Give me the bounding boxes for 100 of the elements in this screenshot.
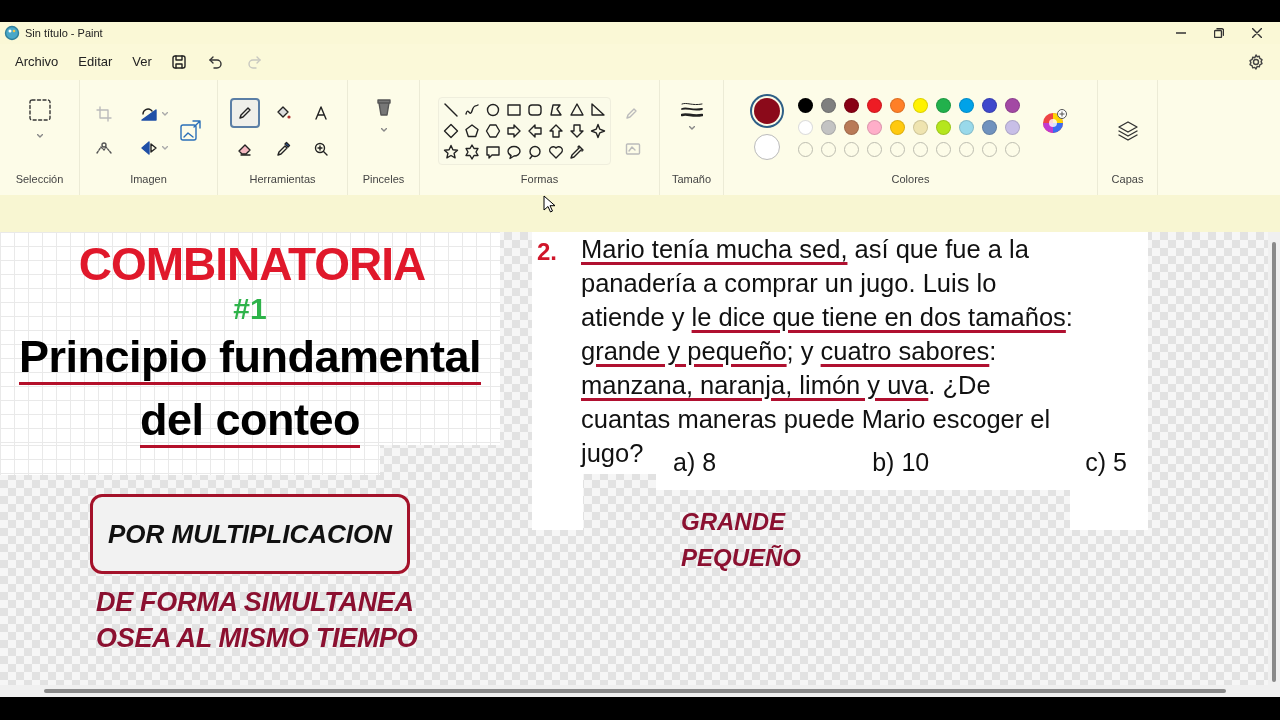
answer-line: GRANDE [681, 507, 787, 537]
color-swatch[interactable] [981, 98, 997, 113]
magnifier-icon [312, 141, 329, 158]
color-swatch[interactable] [820, 120, 836, 135]
color-swatch[interactable] [935, 98, 951, 113]
color-swatch[interactable] [981, 120, 997, 135]
answer-option: a) 8 [673, 444, 717, 482]
paint-palette-icon [4, 25, 20, 41]
chevron-icon[interactable] [688, 126, 695, 130]
color-picker-icon[interactable] [1041, 108, 1068, 134]
shape-icon[interactable] [527, 102, 543, 119]
group-label: Capas [1111, 171, 1144, 187]
shape-icon[interactable] [569, 123, 585, 140]
shape-icon[interactable] [443, 102, 459, 119]
group-label: Colores [891, 171, 930, 187]
group-label: Herramientas [249, 171, 316, 187]
settings-icon[interactable] [1248, 54, 1264, 70]
menu-item[interactable]: Ver [122, 48, 162, 76]
horizontal-scrollbar[interactable] [0, 685, 1280, 697]
shape-icon[interactable] [590, 123, 606, 140]
flip-icon[interactable] [139, 140, 158, 157]
group-label: Imagen [130, 171, 167, 187]
save-icon[interactable] [171, 55, 186, 69]
color-swatch[interactable] [912, 98, 928, 113]
shape-icon[interactable] [548, 123, 564, 140]
color-swatch[interactable] [935, 120, 951, 135]
eyedropper-icon [274, 141, 291, 158]
canvas-number: #1 [233, 291, 267, 327]
vertical-scrollbar[interactable] [1268, 232, 1280, 685]
window-title: Sin título - Paint [25, 25, 103, 41]
shape-icon[interactable] [569, 102, 585, 119]
undo-icon[interactable] [207, 55, 224, 69]
menu-item[interactable]: Editar [68, 48, 123, 76]
shape-icon[interactable] [569, 144, 585, 161]
group-label: Formas [520, 171, 559, 187]
note-line: OSEA AL MISMO TIEMPO [96, 622, 418, 655]
shape-icon[interactable] [590, 102, 606, 119]
note-box: POR MULTIPLICACION [90, 494, 410, 574]
problem-line: Mario tenía mucha sed, así que fue a la [581, 234, 1029, 265]
color-swatch[interactable] [958, 98, 974, 113]
shape-icon[interactable] [485, 102, 501, 119]
group-label: Selección [15, 171, 64, 187]
shape-icon[interactable] [548, 102, 564, 119]
canvas-title: COMBINATORIA [78, 238, 426, 290]
text-tool-icon [312, 105, 329, 122]
restore-icon[interactable] [1214, 28, 1224, 38]
note-line: DE FORMA SIMULTANEA [96, 586, 415, 619]
shape-icon[interactable] [506, 123, 522, 140]
color-swatch[interactable] [912, 120, 928, 135]
problem-line: panadería a comprar un jugo. Luis lo [581, 268, 997, 299]
chevron-icon[interactable] [36, 134, 43, 138]
problem-line: manzana, naranja, limón y uva. ¿De [581, 370, 991, 401]
color-swatch[interactable] [958, 120, 974, 135]
line-size-icon[interactable] [680, 102, 703, 118]
shape-icon[interactable] [527, 144, 543, 161]
shape-icon[interactable] [506, 102, 522, 119]
color-swatch[interactable] [797, 98, 813, 113]
shape-icon[interactable] [485, 123, 501, 140]
active-color-swatch[interactable] [753, 98, 780, 124]
cursor-icon [543, 195, 555, 213]
pencil-icon [236, 105, 253, 122]
resize-image-icon[interactable] [177, 119, 202, 144]
active-color-swatch[interactable] [753, 134, 780, 160]
close-icon[interactable] [1252, 28, 1262, 38]
problem-line: atiende y le dice que tiene en dos tamaños: [581, 302, 1073, 333]
answer-line: PEQUEÑO [681, 543, 802, 573]
color-swatch[interactable] [866, 120, 882, 135]
color-swatch[interactable] [889, 120, 905, 135]
selection-icon[interactable] [27, 98, 52, 122]
rotate-icon[interactable] [139, 106, 158, 123]
shape-icon[interactable] [443, 144, 459, 161]
shape-icon[interactable] [506, 144, 522, 161]
shape-icon[interactable] [443, 123, 459, 140]
color-swatch[interactable] [843, 98, 859, 113]
answer-option: c) 5 [1085, 444, 1127, 482]
problem-line: cuantas maneras puede Mario escoger el [581, 404, 1051, 435]
menu-item[interactable]: Archivo [5, 48, 69, 76]
group-label: Tamaño [671, 171, 712, 187]
subtitle-line: Principio fundamental [18, 332, 481, 385]
color-swatch[interactable] [820, 98, 836, 113]
problem-number: 2. [537, 237, 557, 267]
problem-line: jugo? [581, 438, 644, 469]
group-label: Pinceles [362, 171, 405, 187]
color-swatch[interactable] [797, 120, 813, 135]
tool-button[interactable] [229, 98, 260, 129]
color-swatch[interactable] [866, 98, 882, 113]
shape-icon[interactable] [464, 123, 480, 140]
chevron-icon[interactable] [380, 128, 387, 132]
problem-line: grande y pequeño; y cuatro sabores: [581, 336, 997, 367]
shape-icon[interactable] [548, 144, 564, 161]
shape-icon[interactable] [485, 144, 501, 161]
subtitle-line: del conteo [140, 395, 360, 448]
color-swatch[interactable] [1004, 98, 1020, 113]
color-swatch[interactable] [1004, 120, 1020, 135]
layers-icon[interactable] [1116, 120, 1139, 143]
color-swatch[interactable] [889, 98, 905, 113]
answer-option: b) 10 [872, 444, 930, 482]
shape-icon[interactable] [527, 123, 543, 140]
color-swatch[interactable] [843, 120, 859, 135]
shape-icon[interactable] [464, 144, 480, 161]
